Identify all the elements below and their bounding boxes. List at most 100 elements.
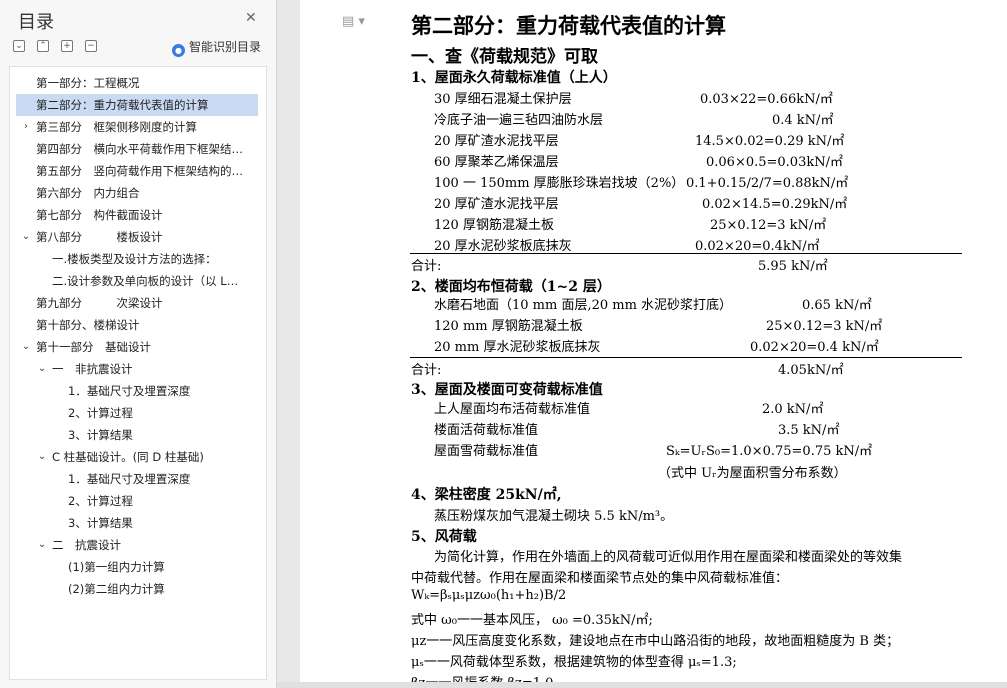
- wind-paragraph-1: 为简化计算，作用在外墙面上的风荷载可近似用作用在屋面梁和楼面梁处的等效集: [434, 550, 903, 565]
- toc-item-label: 第八部分 楼板设计: [36, 230, 163, 244]
- toc-item[interactable]: (1)第一组内力计算: [10, 556, 260, 578]
- toc-item-label: 第七部分 构件截面设计: [36, 208, 163, 222]
- toc-item-label: 第一部分：工程概况: [36, 76, 140, 90]
- live-heading: 3、屋面及楼面可变荷载标准值: [411, 382, 603, 398]
- sidebar-title: 目录: [18, 12, 54, 33]
- toc-item[interactable]: › 第三部分 框架侧移刚度的计算: [10, 116, 260, 138]
- item-calc: 0.1+0.15/2/7=0.88kN/㎡: [686, 176, 849, 191]
- item-calc: 0.02×14.5=0.29kN/㎡: [702, 197, 848, 212]
- wind-mu-s: μₛ一一风荷载体型系数，根据建筑物的体型查得 μₛ=1.3;: [411, 655, 737, 670]
- smart-recognize-label: 智能识别目录: [189, 40, 262, 54]
- toc-item-label: (1)第一组内力计算: [68, 560, 165, 574]
- item-calc: 0.65 kN/㎡: [802, 298, 872, 313]
- toc-item-label: 一 非抗震设计: [52, 362, 133, 376]
- toc-item[interactable]: ⌄ 第十一部分 基础设计: [10, 336, 260, 358]
- live-note: （式中 Uᵣ为屋面积雪分布系数）: [658, 466, 847, 481]
- toc-item-label: 第六部分 内力组合: [36, 186, 140, 200]
- toc-item[interactable]: 2、计算过程: [10, 490, 260, 512]
- toc-item-label: 第三部分 框架侧移刚度的计算: [36, 120, 197, 134]
- toc-item-label: 一.楼板类型及设计方法的选择：: [52, 252, 217, 266]
- toc-item-label: 3、计算结果: [68, 516, 133, 530]
- toc-item[interactable]: 二.设计参数及单向板的设计（以 L…: [10, 270, 260, 292]
- item-calc: 0.4 kN/㎡: [772, 113, 834, 128]
- ai-icon: ●: [172, 44, 185, 57]
- item-calc: 0.02×20=0.4 kN/㎡: [750, 340, 879, 355]
- item-calc: 14.5×0.02=0.29 kN/㎡: [695, 134, 845, 149]
- item-calc: 25×0.12=3 kN/㎡: [710, 218, 827, 233]
- toc-item-label: 二 抗震设计: [52, 538, 121, 552]
- chevron-down-icon[interactable]: ⌄: [36, 358, 48, 380]
- close-icon[interactable]: ✕: [245, 10, 257, 26]
- toc-item[interactable]: ⌄ 第八部分 楼板设计: [10, 226, 260, 248]
- item-name: 20 厚矿渣水泥找平层: [434, 134, 559, 149]
- roof-total-label: 合计:: [411, 259, 442, 274]
- floor-total-label: 合计:: [411, 363, 442, 378]
- item-name: 20 厚水泥砂浆板底抹灰: [434, 239, 572, 254]
- divider: [410, 253, 962, 254]
- item-name: 20 mm 厚水泥砂浆板底抹灰: [434, 340, 601, 355]
- item-name: 120 mm 厚钢筋混凝土板: [434, 319, 583, 334]
- toc-item[interactable]: 3、计算结果: [10, 424, 260, 446]
- item-name: 60 厚聚苯乙烯保温层: [434, 155, 559, 170]
- chevron-down-icon[interactable]: ⌄: [36, 534, 48, 556]
- toc-item[interactable]: 第九部分 次梁设计: [10, 292, 260, 314]
- toc-item[interactable]: 第七部分 构件截面设计: [10, 204, 260, 226]
- horizontal-scrollbar[interactable]: [277, 682, 1007, 688]
- toc-item[interactable]: 3、计算结果: [10, 512, 260, 534]
- item-name: 水磨石地面（10 mm 面层,20 mm 水泥砂浆打底）: [434, 298, 733, 313]
- add-heading-icon[interactable]: +: [61, 40, 73, 52]
- item-name: 20 厚矿渣水泥找平层: [434, 197, 559, 212]
- wind-w0: 式中 ω₀一一基本风压， ω₀ =0.35kN/㎡;: [411, 613, 653, 628]
- toc-item-label: 3、计算结果: [68, 428, 133, 442]
- chevron-right-icon[interactable]: ›: [20, 116, 32, 138]
- toc-item[interactable]: (2)第二组内力计算: [10, 578, 260, 600]
- item-name: 冷底子油一遍三毡四油防水层: [434, 113, 604, 128]
- density-line: 蒸压粉煤灰加气混凝土砌块 5.5 kN/m³。: [434, 509, 674, 524]
- toc-item-label: 第十部分、楼梯设计: [36, 318, 140, 332]
- toc-item[interactable]: 2、计算过程: [10, 402, 260, 424]
- toc-sidebar: 目录 ✕ ⌄ ⌃ + − ● 智能识别目录 第一部分：工程概况第二部分：重力荷载代…: [0, 0, 277, 688]
- toc-item[interactable]: 第六部分 内力组合: [10, 182, 260, 204]
- wind-formula: Wₖ=βₛμₛμzω₀(h₁+h₂)B/2: [411, 588, 567, 603]
- wind-mu-z: μz一一风压高度变化系数，建设地点在市中山路沿街的地段，故地面粗糙度为 B 类；: [411, 634, 900, 649]
- item-calc: 2.0 kN/㎡: [762, 402, 824, 417]
- toc-item[interactable]: ⌄ 二 抗震设计: [10, 534, 260, 556]
- toc-item[interactable]: 第四部分 横向水平荷载作用下框架结…: [10, 138, 260, 160]
- item-calc: 25×0.12=3 kN/㎡: [766, 319, 883, 334]
- toc-item-label: 第九部分 次梁设计: [36, 296, 163, 310]
- item-calc: 0.02×20=0.4kN/㎡: [695, 239, 820, 254]
- page-icon[interactable]: ▤ ▾: [342, 14, 365, 29]
- toc-item[interactable]: 第十部分、楼梯设计: [10, 314, 260, 336]
- section-heading: 一、查《荷载规范》可取: [411, 47, 598, 67]
- toc-item[interactable]: 第五部分 竖向荷载作用下框架结构的…: [10, 160, 260, 182]
- floor-heading: 2、楼面均布恒荷载（1~2 层）: [411, 279, 611, 295]
- toc-item-label: 二.设计参数及单向板的设计（以 L…: [52, 274, 239, 288]
- density-heading: 4、梁柱密度 25kN/㎡,: [411, 487, 562, 503]
- item-calc: 0.03×22=0.66kN/㎡: [700, 92, 833, 107]
- smart-recognize-toc-button[interactable]: ● 智能识别目录: [172, 38, 261, 57]
- item-name: 屋面雪荷载标准值: [434, 444, 539, 459]
- item-calc: 3.5 kN/㎡: [778, 423, 840, 438]
- divider: [410, 357, 962, 358]
- expand-all-icon[interactable]: ⌄: [13, 40, 25, 52]
- toc-item[interactable]: 第二部分：重力荷载代表值的计算: [16, 94, 258, 116]
- chevron-down-icon[interactable]: ⌄: [20, 226, 32, 248]
- item-calc: Sₖ=UᵣS₀=1.0×0.75=0.75 kN/㎡: [666, 444, 873, 459]
- toc-item[interactable]: 第一部分：工程概况: [10, 72, 260, 94]
- collapse-all-icon[interactable]: ⌃: [37, 40, 49, 52]
- toc-item[interactable]: 1．基础尺寸及埋置深度: [10, 380, 260, 402]
- chevron-down-icon[interactable]: ⌄: [36, 446, 48, 468]
- item-name: 30 厚细石混凝土保护层: [434, 92, 572, 107]
- item-calc: 0.06×0.5=0.03kN/㎡: [706, 155, 843, 170]
- toc-item[interactable]: 1．基础尺寸及埋置深度: [10, 468, 260, 490]
- item-name: 上人屋面均布活荷载标准值: [434, 402, 591, 417]
- toc-item-label: 第四部分 横向水平荷载作用下框架结…: [36, 142, 243, 156]
- roof-heading: 1、屋面永久荷载标准值（上人）: [411, 70, 617, 86]
- roof-total: 5.95 kN/㎡: [758, 259, 828, 274]
- toc-item[interactable]: 一.楼板类型及设计方法的选择：: [10, 248, 260, 270]
- remove-heading-icon[interactable]: −: [85, 40, 97, 52]
- document-page[interactable]: ▤ ▾ 第二部分：重力荷载代表值的计算 一、查《荷载规范》可取 1、屋面永久荷载…: [300, 0, 1007, 688]
- chevron-down-icon[interactable]: ⌄: [20, 336, 32, 358]
- toc-item[interactable]: ⌄ 一 非抗震设计: [10, 358, 260, 380]
- toc-item[interactable]: ⌄ C 柱基础设计。(同 D 柱基础): [10, 446, 260, 468]
